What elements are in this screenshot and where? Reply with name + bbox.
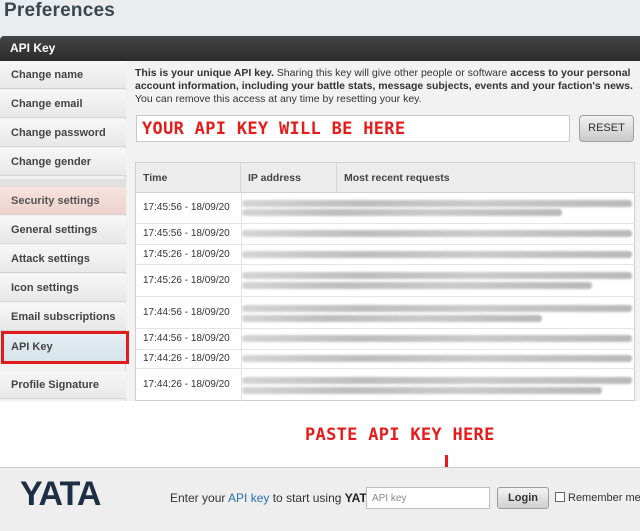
redacted-request bbox=[242, 335, 632, 342]
table-row: 17:45:26 - 18/09/20 bbox=[136, 265, 634, 297]
sidebar-item-change-email[interactable]: Change email bbox=[0, 90, 126, 118]
row-time: 17:45:26 - 18/09/20 bbox=[143, 275, 230, 286]
api-key-highlight-box bbox=[1, 331, 129, 364]
sidebar-item-general-settings[interactable]: General settings bbox=[0, 216, 126, 244]
table-row: 17:45:56 - 18/09/20 bbox=[136, 224, 634, 245]
desc-text-1: Sharing this key will give other people … bbox=[273, 67, 511, 79]
panel-title: API Key bbox=[10, 41, 56, 55]
yata-login-bar: YATA Enter your API key to start using Y… bbox=[0, 467, 640, 531]
redacted-request bbox=[242, 387, 602, 394]
row-time: 17:44:26 - 18/09/20 bbox=[143, 379, 230, 390]
sidebar-item-change-password[interactable]: Change password bbox=[0, 119, 126, 147]
yata-logo: YATA bbox=[20, 475, 101, 513]
redacted-request bbox=[242, 282, 592, 289]
table-row: 17:44:56 - 18/09/20 bbox=[136, 297, 634, 329]
page-title: Preferences bbox=[4, 0, 115, 21]
redacted-request bbox=[242, 230, 632, 237]
table-header: Time IP address Most recent requests bbox=[136, 163, 634, 193]
redacted-request bbox=[242, 200, 632, 207]
redacted-request bbox=[242, 272, 632, 279]
table-row: 17:44:56 - 18/09/20 bbox=[136, 329, 634, 350]
sidebar-item-email-subscriptions[interactable]: Email subscriptions bbox=[0, 303, 126, 331]
api-requests-table: Time IP address Most recent requests 17:… bbox=[135, 162, 635, 401]
sidebar-item-change-name[interactable]: Change name bbox=[0, 61, 126, 89]
desc-intro: This is your unique API key. bbox=[135, 67, 274, 79]
panel-header: API Key bbox=[0, 36, 640, 61]
api-key-input[interactable] bbox=[366, 487, 490, 509]
api-key-content: This is your unique API key. Sharing thi… bbox=[126, 61, 640, 401]
redacted-request bbox=[242, 377, 632, 384]
row-time: 17:45:26 - 18/09/20 bbox=[143, 249, 230, 260]
torn-preferences-screenshot: Preferences API Key Change name Change e… bbox=[0, 0, 640, 401]
row-time: 17:45:56 - 18/09/20 bbox=[143, 202, 230, 213]
api-key-field[interactable]: YOUR API KEY WILL BE HERE bbox=[136, 115, 570, 142]
remember-label: Remember me bbox=[568, 492, 640, 504]
redacted-request bbox=[242, 355, 632, 362]
column-header-time: Time bbox=[136, 163, 241, 193]
table-row: 17:44:26 - 18/09/20 bbox=[136, 369, 634, 401]
row-time: 17:44:26 - 18/09/20 bbox=[143, 353, 230, 364]
yata-message: Enter your API key to start using YATA bbox=[170, 491, 375, 505]
sidebar-item-security-settings[interactable]: Security settings bbox=[0, 187, 126, 215]
table-row: 17:45:26 - 18/09/20 bbox=[136, 245, 634, 265]
yata-msg-text-2: to start using bbox=[269, 491, 345, 505]
paste-api-key-annotation: PASTE API KEY HERE bbox=[305, 425, 495, 445]
redacted-request bbox=[242, 209, 562, 216]
login-button[interactable]: Login bbox=[497, 487, 549, 509]
reset-button[interactable]: RESET bbox=[579, 115, 634, 142]
sidebar-item-change-gender[interactable]: Change gender bbox=[0, 148, 126, 176]
table-row: 17:44:26 - 18/09/20 bbox=[136, 350, 634, 369]
row-time: 17:44:56 - 18/09/20 bbox=[143, 307, 230, 318]
row-time: 17:44:56 - 18/09/20 bbox=[143, 333, 230, 344]
sidebar-item-profile-signature[interactable]: Profile Signature bbox=[0, 371, 126, 399]
api-key-description: This is your unique API key. Sharing thi… bbox=[135, 67, 633, 106]
desc-text-2: You can remove this access at any time b… bbox=[135, 93, 422, 105]
redacted-request bbox=[242, 251, 632, 258]
redacted-request bbox=[242, 315, 542, 322]
column-header-ip-address: IP address bbox=[241, 163, 337, 193]
sidebar-item-icon-settings[interactable]: Icon settings bbox=[0, 274, 126, 302]
sidebar-divider bbox=[0, 179, 126, 187]
sidebar-item-attack-settings[interactable]: Attack settings bbox=[0, 245, 126, 273]
yata-msg-text: Enter your bbox=[170, 491, 229, 505]
api-key-link[interactable]: API key bbox=[228, 491, 269, 505]
table-row: 17:45:56 - 18/09/20 bbox=[136, 193, 634, 224]
remember-checkbox[interactable] bbox=[555, 492, 565, 502]
redacted-request bbox=[242, 305, 632, 312]
remember-me[interactable]: Remember me bbox=[555, 492, 640, 504]
column-header-recent-requests: Most recent requests bbox=[344, 172, 450, 184]
row-time: 17:45:56 - 18/09/20 bbox=[143, 228, 230, 239]
